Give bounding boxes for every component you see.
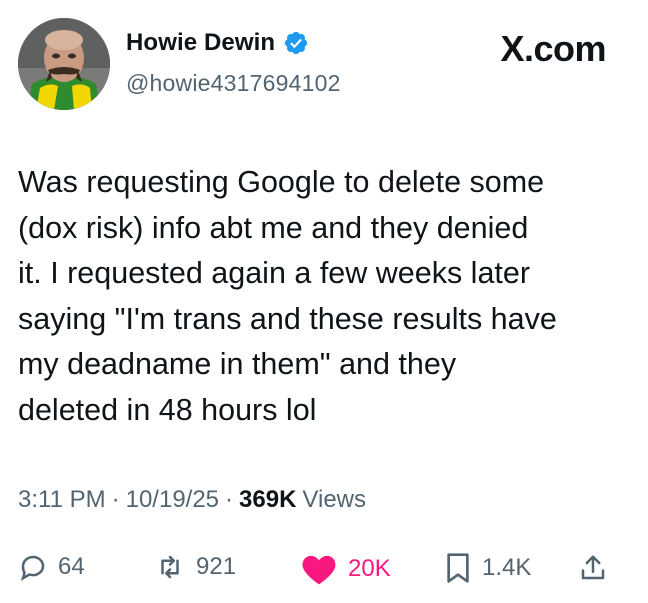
repost-button[interactable]: 921	[154, 552, 236, 582]
verified-badge-icon	[283, 30, 309, 56]
share-icon	[581, 555, 605, 580]
like-button[interactable]: 20K	[300, 552, 391, 586]
reply-count: 64	[58, 553, 85, 580]
tweet-meta: 3:11 PM · 10/19/25 · 369K Views	[18, 486, 366, 514]
repost-count: 921	[196, 553, 237, 580]
tweet-line: Was requesting Google to delete some	[18, 165, 545, 199]
reply-icon	[20, 555, 45, 581]
bookmark-icon	[447, 553, 469, 583]
tweet-line: deleted in 48 hours lol	[18, 392, 317, 427]
meta-separator: ·	[225, 486, 234, 513]
share-button[interactable]	[578, 552, 608, 584]
heart-filled-icon	[302, 555, 336, 585]
repost-icon	[161, 555, 179, 579]
like-count: 20K	[348, 555, 391, 582]
views-count[interactable]: 369K	[239, 486, 296, 514]
tweet-header: Howie Dewin @howie4317694102 X.com	[18, 16, 630, 112]
tweet-text: Was requesting Google to delete some (do…	[18, 160, 630, 433]
tweet-time[interactable]: 3:11 PM	[18, 486, 106, 514]
tweet-line: (dox risk) info abt me and they denied	[18, 210, 529, 245]
tweet-actions: 64 921 20K 1.4K	[18, 552, 630, 592]
views-label: Views	[302, 486, 366, 513]
tweet-line: saying "I'm trans and these results have	[18, 301, 557, 336]
author-name-row: Howie Dewin	[126, 29, 309, 57]
reply-button[interactable]: 64	[18, 552, 85, 582]
meta-separator: ·	[111, 486, 120, 513]
avatar[interactable]	[18, 18, 110, 110]
bookmark-button[interactable]: 1.4K	[444, 552, 531, 584]
profile-photo-icon	[18, 18, 110, 110]
tweet-date[interactable]: 10/19/25	[126, 486, 219, 514]
author-handle[interactable]: @howie4317694102	[126, 70, 341, 97]
bookmark-count: 1.4K	[482, 554, 532, 581]
tweet-line: my deadname in them" and they	[18, 347, 457, 381]
brand-label: X.com	[500, 28, 606, 69]
author-display-name[interactable]: Howie Dewin	[126, 29, 275, 57]
tweet-line: it. I requested again a few weeks later	[18, 256, 531, 290]
